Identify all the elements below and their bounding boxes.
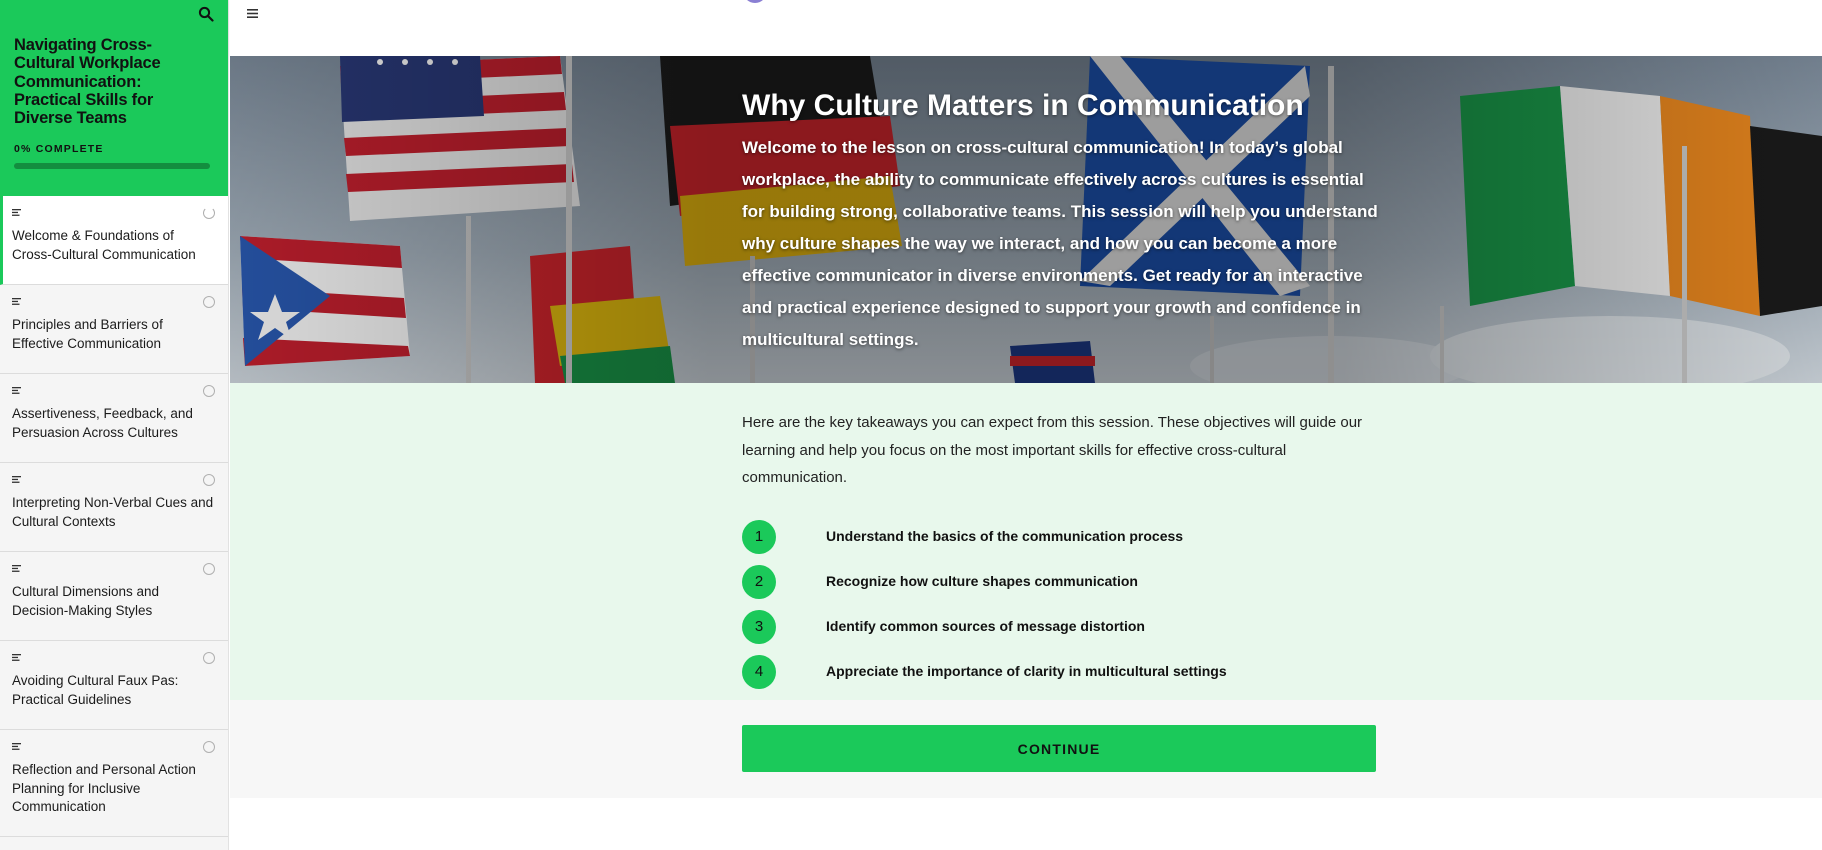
continue-section: CONTINUE <box>230 700 1822 798</box>
number-badge: 2 <box>742 564 776 599</box>
text-lines-icon <box>12 387 21 394</box>
sidebar-lesson-label: Assertiveness, Feedback, and Persuasion … <box>12 406 193 440</box>
list-item: 1 Understand the basics of the communica… <box>742 519 1382 565</box>
list-item: 2 Recognize how culture shapes communica… <box>742 564 1382 610</box>
not-started-circle-icon <box>203 652 215 664</box>
lesson-hero-banner: Why Culture Matters in Communication Wel… <box>230 56 1822 383</box>
hamburger-menu-icon[interactable] <box>247 8 259 19</box>
objective-text: Identify common sources of message disto… <box>826 617 1145 634</box>
number-badge: 1 <box>742 519 776 554</box>
progress-label: 0% COMPLETE <box>14 143 104 156</box>
progress-bar <box>14 163 210 170</box>
sidebar-lesson-label: Reflection and Personal Action Planning … <box>12 762 196 814</box>
top-bar <box>230 0 1822 56</box>
objectives-list: 1 Understand the basics of the communica… <box>742 519 1382 700</box>
not-started-circle-icon <box>203 563 215 575</box>
lesson-title: Why Culture Matters in Communication <box>742 89 1304 122</box>
course-sidebar: Navigating Cross-Cultural Workplace Comm… <box>0 0 229 850</box>
number-badge: 4 <box>742 654 776 689</box>
sidebar-lesson-label: Principles and Barriers of Effective Com… <box>12 317 163 351</box>
sidebar-lesson-faux-pas[interactable]: Avoiding Cultural Faux Pas: Practical Gu… <box>0 641 228 730</box>
sidebar-lesson-label: Avoiding Cultural Faux Pas: Practical Gu… <box>12 673 179 707</box>
sidebar-lesson-label: Interpreting Non-Verbal Cues and Cultura… <box>12 495 214 529</box>
sidebar-lesson-dimensions[interactable]: Cultural Dimensions and Decision-Making … <box>0 552 228 641</box>
not-started-circle-icon <box>203 385 215 397</box>
objective-text: Understand the basics of the communicati… <box>826 527 1184 544</box>
list-item: 3 Identify common sources of message dis… <box>742 609 1382 655</box>
sidebar-lesson-welcome[interactable]: Welcome & Foundations of Cross-Cultural … <box>0 196 228 285</box>
sidebar-lesson-assertiveness[interactable]: Assertiveness, Feedback, and Persuasion … <box>0 374 228 463</box>
objective-text: Recognize how culture shapes communicati… <box>826 572 1138 589</box>
text-lines-icon <box>12 209 21 216</box>
continue-button[interactable]: CONTINUE <box>742 725 1376 772</box>
learning-objectives-section: Here are the key takeaways you can expec… <box>230 383 1822 700</box>
objectives-intro: Here are the key takeaways you can expec… <box>742 414 1363 486</box>
sidebar-lesson-non-verbal[interactable]: Interpreting Non-Verbal Cues and Cultura… <box>0 463 228 552</box>
text-lines-icon <box>12 654 21 661</box>
course-title: Navigating Cross-Cultural Workplace Comm… <box>14 36 161 128</box>
not-started-circle-icon <box>203 296 215 308</box>
text-lines-icon <box>12 476 21 483</box>
not-started-circle-icon <box>203 741 215 753</box>
text-lines-icon <box>12 743 21 750</box>
in-progress-icon <box>203 207 215 219</box>
course-header: Navigating Cross-Cultural Workplace Comm… <box>0 0 228 196</box>
sidebar-lesson-label: Welcome & Foundations of Cross-Cultural … <box>12 228 196 262</box>
search-icon[interactable] <box>198 6 214 22</box>
sidebar-lesson-reflection[interactable]: Reflection and Personal Action Planning … <box>0 730 228 837</box>
avatar <box>743 0 767 3</box>
lesson-intro-text: Welcome to the lesson on cross-cultural … <box>742 138 1378 349</box>
number-badge: 3 <box>742 609 776 644</box>
hero-content: Why Culture Matters in Communication Wel… <box>742 86 1382 356</box>
list-item: 4 Appreciate the importance of clarity i… <box>742 654 1382 700</box>
sidebar-lesson-principles[interactable]: Principles and Barriers of Effective Com… <box>0 285 228 374</box>
objective-text: Appreciate the importance of clarity in … <box>826 662 1227 679</box>
sidebar-lesson-label: Cultural Dimensions and Decision-Making … <box>12 584 160 618</box>
not-started-circle-icon <box>203 474 215 486</box>
text-lines-icon <box>12 565 21 572</box>
text-lines-icon <box>12 298 21 305</box>
